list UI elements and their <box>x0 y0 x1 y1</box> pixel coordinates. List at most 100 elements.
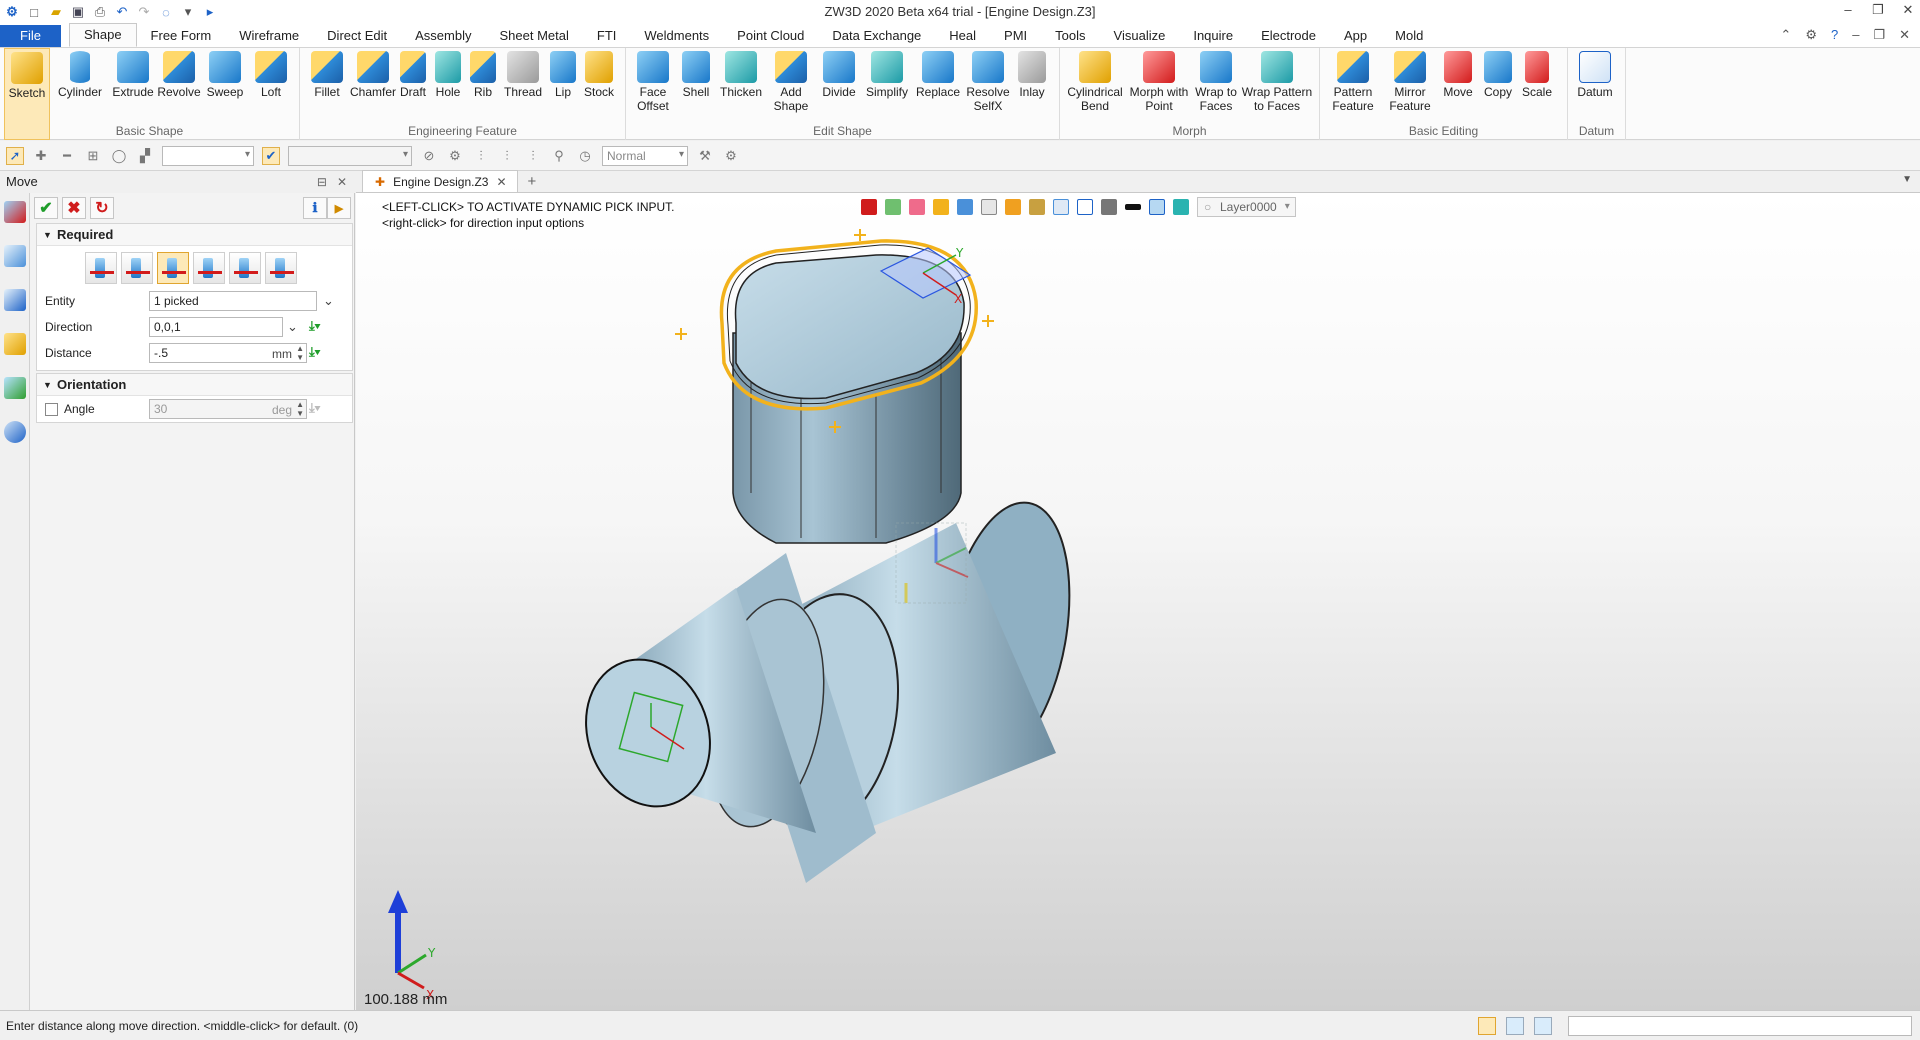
add-icon[interactable]: ✚ <box>32 147 50 165</box>
tab-pmi[interactable]: PMI <box>990 25 1041 47</box>
assembly-tree-icon[interactable] <box>4 289 26 311</box>
restore-icon[interactable]: ❐ <box>1870 2 1886 18</box>
layout-icon[interactable] <box>1478 1017 1496 1035</box>
line-color-icon[interactable] <box>1125 204 1141 210</box>
remove-icon[interactable]: ━ <box>58 147 76 165</box>
color-icon[interactable] <box>1149 199 1165 215</box>
close-panel-icon[interactable]: ✕ <box>337 175 347 189</box>
close-icon[interactable]: ✕ <box>1900 2 1916 18</box>
select-icon[interactable]: ◌ <box>158 4 174 20</box>
open-icon[interactable]: ▰ <box>48 4 64 20</box>
doc-minimize-icon[interactable]: – <box>1852 27 1859 43</box>
tab-mold[interactable]: Mold <box>1381 25 1437 47</box>
cancel-button[interactable]: ✖ <box>62 197 86 219</box>
move-mode-along-direction[interactable] <box>157 252 189 284</box>
entity-field[interactable]: 1 picked <box>149 291 317 311</box>
doc-restore-icon[interactable]: ❐ <box>1873 27 1885 43</box>
redo-icon[interactable]: ↷ <box>136 4 152 20</box>
tab-assembly[interactable]: Assembly <box>401 25 485 47</box>
align-center-icon[interactable]: ⫶ <box>498 147 516 165</box>
new-tab-icon[interactable]: + <box>528 172 537 192</box>
image-icon[interactable] <box>4 377 26 399</box>
apply-button[interactable]: ↻ <box>90 197 114 219</box>
tab-menu-icon[interactable]: ▼ <box>1902 174 1912 185</box>
pick-filter-icon[interactable]: ➚ <box>6 146 24 165</box>
history-tree-icon[interactable] <box>4 245 26 267</box>
distance-field[interactable]: -.5 mm ▲ ▼ <box>149 343 307 363</box>
disabled-combo[interactable] <box>288 145 412 166</box>
expand-panel-button[interactable]: ▶ <box>327 197 351 219</box>
tab-sheet-metal[interactable]: Sheet Metal <box>486 25 583 47</box>
display-icon[interactable] <box>1005 199 1021 215</box>
tab-data-exchange[interactable]: Data Exchange <box>818 25 935 47</box>
tab-direct-edit[interactable]: Direct Edit <box>313 25 401 47</box>
part-icon[interactable] <box>4 333 26 355</box>
exit-icon[interactable] <box>861 199 877 215</box>
main-body-cylinder[interactable] <box>566 493 1088 883</box>
tab-shape[interactable]: Shape <box>68 23 137 47</box>
stop-icon[interactable]: ⊘ <box>420 147 438 165</box>
status-input[interactable] <box>1568 1016 1912 1036</box>
run-icon[interactable]: ▸ <box>202 4 218 20</box>
angle-checkbox[interactable] <box>45 403 58 417</box>
clock-icon[interactable]: ◷ <box>576 147 594 165</box>
pin-panel-icon[interactable]: ⊟ <box>317 175 327 189</box>
ok-button[interactable]: ✔ <box>34 197 58 219</box>
filter-combo[interactable] <box>162 145 254 166</box>
filter-shapes-icon[interactable] <box>885 199 901 215</box>
entity-expand-icon[interactable]: ⌄ <box>323 293 334 309</box>
smart-pick-icon[interactable]: ✔ <box>262 146 280 165</box>
settings-icon[interactable]: ⚙ <box>722 147 740 165</box>
tab-heal[interactable]: Heal <box>935 25 990 47</box>
print-icon[interactable]: ⎙ <box>92 4 108 20</box>
pin-icon[interactable]: ⚲ <box>550 147 568 165</box>
move-mode-rotate[interactable] <box>193 252 225 284</box>
distance-pick-icon[interactable]: ⤓▾ <box>309 344 320 360</box>
gear-filter-icon[interactable]: ⚙ <box>446 147 464 165</box>
tab-tools[interactable]: Tools <box>1041 25 1099 47</box>
move-mode-point-to-point[interactable] <box>121 252 153 284</box>
render-icon[interactable] <box>1029 199 1045 215</box>
tab-inquire[interactable]: Inquire <box>1179 25 1247 47</box>
background-icon[interactable] <box>1101 199 1117 215</box>
align-right-icon[interactable]: ⫶ <box>524 147 542 165</box>
dropdown-icon[interactable]: ▾ <box>180 4 196 20</box>
minimize-icon[interactable]: – <box>1840 2 1856 18</box>
angle-pick-icon[interactable]: ⤓▾ <box>309 400 320 416</box>
direction-field[interactable]: 0,0,1 <box>149 317 283 337</box>
collapse-ribbon-icon[interactable]: ⌃ <box>1780 27 1791 43</box>
undo-icon[interactable]: ↶ <box>114 4 130 20</box>
solid-view-icon[interactable] <box>933 199 949 215</box>
filter-type-icon[interactable]: ▞ <box>136 147 154 165</box>
tab-electrode[interactable]: Electrode <box>1247 25 1330 47</box>
save-icon[interactable]: ▣ <box>70 4 86 20</box>
settings-gear-icon[interactable]: ⚙ <box>1805 27 1817 43</box>
move-mode-frame[interactable] <box>265 252 297 284</box>
doc-close-icon[interactable]: ✕ <box>1899 27 1910 43</box>
info-button[interactable]: ℹ <box>303 197 327 219</box>
move-mode-dynamic[interactable] <box>85 252 117 284</box>
measure-icon[interactable]: ⚒ <box>696 147 714 165</box>
layer-visibility-icon[interactable] <box>1173 199 1189 215</box>
sketch-view-icon[interactable] <box>909 199 925 215</box>
orientation-header[interactable]: Orientation <box>37 374 352 396</box>
move-tool-icon[interactable] <box>4 201 26 223</box>
zw3d-logo-icon[interactable]: ⚙ <box>4 4 20 20</box>
distance-spinner[interactable]: ▲ ▼ <box>296 344 304 362</box>
doc-tab-close-icon[interactable]: ✕ <box>496 172 506 192</box>
angle-spinner[interactable]: ▲ ▼ <box>296 400 304 418</box>
grid-snap-icon[interactable]: ⊞ <box>84 147 102 165</box>
section-icon[interactable] <box>1077 199 1093 215</box>
direction-pick-icon[interactable]: ⤓▾ <box>309 318 320 334</box>
window-icon[interactable] <box>1534 1017 1552 1035</box>
tab-weldments[interactable]: Weldments <box>630 25 723 47</box>
angle-field[interactable]: 30 deg ▲ ▼ <box>149 399 307 419</box>
tab-free-form[interactable]: Free Form <box>137 25 226 47</box>
3d-viewport[interactable]: Y X Y X <LEFT-CLICK> TO ACTIVATE DYNAMIC… <box>356 193 1920 1010</box>
align-icon[interactable]: ⫶ <box>472 147 490 165</box>
help-icon[interactable]: ? <box>1831 27 1838 43</box>
tab-visualize[interactable]: Visualize <box>1100 25 1180 47</box>
zoom-icon[interactable] <box>1053 199 1069 215</box>
render-mode-combo[interactable]: Normal <box>602 145 688 166</box>
tab-fti[interactable]: FTI <box>583 25 631 47</box>
